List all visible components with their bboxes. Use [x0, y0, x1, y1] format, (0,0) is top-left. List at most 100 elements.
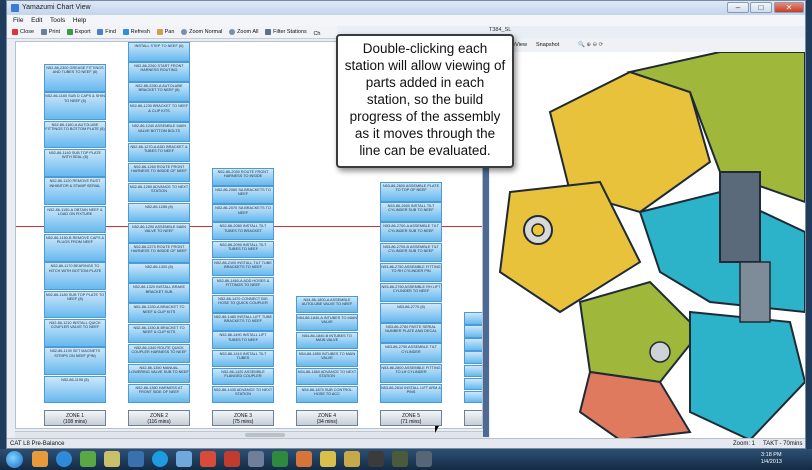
zone-button-partial[interactable]	[464, 410, 482, 426]
taskbar-clock[interactable]: 3:18 PM 1/4/2013	[761, 452, 782, 466]
work-element-tile[interactable]: N53-86-2800 ASSEMBLE FITTING TO LH CYLIN…	[380, 363, 442, 384]
work-element-tile[interactable]: N52-86-1190 SET MAGNETS STRIPS ON NEEF (…	[44, 347, 106, 376]
work-element-tile[interactable]: N53-86-2780 PASTE SERIAL NUMBER PLATE AN…	[380, 323, 442, 343]
taskbar-explorer-icon[interactable]	[104, 451, 120, 467]
taskbar-app6-icon[interactable]	[368, 451, 384, 467]
work-element-tile[interactable]: N53-86-2700-A ASSEMBLE TILT CYLINDER SUB…	[380, 222, 442, 242]
taskbar-ie-icon[interactable]	[56, 451, 72, 467]
work-element-tile[interactable]: N52-86-1285 (8)	[128, 202, 190, 223]
work-element-tile[interactable]: N52-86-1160 SUB D CAPS & SHIN TO NEEF (6…	[44, 92, 106, 121]
work-element-tile[interactable]: N52-86-1330-B BRACKET TO NEEF & CLIP KIT…	[128, 323, 190, 344]
work-element-tile[interactable]: N52-86-1150-A OBTAIN NEEF & LOAD ON FIXT…	[44, 205, 106, 234]
work-element-tile[interactable]: N52-86-2260-A AUTOLUBE BRACKET TO NEEF (…	[128, 82, 190, 102]
snapshot-button[interactable]: Snapshot	[536, 42, 559, 48]
work-element-tile[interactable]: Required	[464, 312, 482, 325]
work-element-tile[interactable]: N52-86-1210 INSTALL QUICK COUPLER VALVE …	[44, 319, 106, 347]
work-element-tile[interactable]: N52-86-1340 ROUTE QUICK COUPLER HARNESS …	[128, 343, 190, 364]
zone-button[interactable]: ZONE 1 (108 mins)	[44, 410, 106, 426]
work-element-tile[interactable]: N52-86-1490 INSTALL LIFT TUBES TO NEEF	[212, 331, 274, 349]
zoom-normal-button[interactable]: Zoom Normal	[181, 26, 222, 38]
work-element-tile[interactable]: N52-86-1140 SUB TOP PLATE WITH SEAL (8)	[44, 149, 106, 177]
work-element-tile[interactable]: N52-86-1280 ADVANCE TO NEXT STATION	[128, 182, 190, 203]
work-element-tile[interactable]: N52-86-2090 INSTALL TILT TUBES TO NEEF	[212, 240, 274, 259]
taskbar-powerpoint-icon[interactable]	[296, 451, 312, 467]
close-button[interactable]: ✕	[774, 2, 804, 13]
zoom-all-button[interactable]: Zoom All	[229, 26, 258, 38]
work-element-tile[interactable]: N52-86-2070 SA BRACKETS TO NEEF	[212, 204, 274, 222]
work-element-tile[interactable]: N53-86-2760 ASSEMBLE RH LIFT CYLINDER TO…	[380, 282, 442, 303]
minimize-button[interactable]: –	[727, 2, 749, 13]
refresh-button[interactable]: Refresh	[122, 26, 150, 38]
work-element-tile[interactable]: N52-86-1300 (8)	[128, 263, 190, 283]
taskbar-app7-icon[interactable]	[392, 451, 408, 467]
work-element-tile[interactable]: N52-86-1360 HARNESS AT FRONT SIDE OF NEE…	[128, 383, 190, 404]
work-element-tile[interactable]: N52-86-1320 INSTALL BRAKE BRACKET SUB	[128, 283, 190, 303]
work-element-tile[interactable]: N52-86-1350 MANUAL LOWERING VALVE SUB TO…	[128, 363, 190, 384]
3d-view-pane[interactable]: TreeView Snapshot 🔍 ⊕ ⊖ ⟳	[490, 38, 805, 440]
taskbar-app-icon[interactable]	[80, 451, 96, 467]
work-element-tile[interactable]: N52-86-2260 START FRONT HARNESS ROUTING	[128, 62, 190, 82]
work-element-tile[interactable]: N52-86-1270-A ADD BRACKET & TUBES TO NEE…	[128, 142, 190, 163]
work-element-tile[interactable]: N52-86-2060 SA BRACKETS TO NEEF	[212, 186, 274, 204]
work-element-tile[interactable]: N52-86-1150-B REMOVE CAPS & PLUGS FROM N…	[44, 234, 106, 262]
zone-button[interactable]: ZONE 3 (75 mins)	[212, 410, 274, 426]
work-element-tile[interactable]: N52-86-2080 INSTALL TILT TUBES TO BRACKE…	[212, 222, 274, 240]
work-element-tile[interactable]: N52-86-1460-A ADD HOSES & FITTINGS TO NE…	[212, 276, 274, 295]
work-element-tile[interactable]: N54-86-1870 SUB CONTROL HOSE TO ACC	[296, 386, 358, 404]
print-button[interactable]: Print	[40, 26, 60, 38]
chart-button[interactable]: Ch	[313, 28, 320, 38]
work-element-tile[interactable]	[464, 390, 482, 404]
menu-edit[interactable]: Edit	[31, 15, 42, 26]
work-element-tile[interactable]: N54-86-1850 INTUBES TO MAIN VALVE	[296, 350, 358, 368]
work-element-tile[interactable]: N52-86-1180 SUB TOP PLATE TO NEEF (8)	[44, 290, 106, 319]
work-element-tile[interactable]: N54-86-1840-A INTUBES TO MAIN VALVE	[296, 314, 358, 332]
horizontal-scrollbar[interactable]	[15, 431, 483, 438]
work-element-tile[interactable]: N52-86-2050 ROUTE FRONT HARNESS TO INSID…	[212, 168, 274, 186]
work-element-tile[interactable]: INSTALL STEP TO NEEF (6)	[128, 42, 190, 62]
work-element-tile[interactable]: N52-86-2100 INSTALL TILT TUBE BRACKETS T…	[212, 258, 274, 277]
work-element-tile[interactable]: N54-86-1840-B INTUBES TO MAIN VALVE	[296, 332, 358, 350]
work-element-tile[interactable]: N52-86-1430 ADVANCE TO NEXT STATION	[212, 385, 274, 404]
filter-stations-button[interactable]: Filter Stations	[265, 26, 307, 38]
work-element-tile[interactable]: N54-86-1860 ADVANCE TO NEXT STATION	[296, 368, 358, 386]
work-element-tile[interactable]: N54-86-1800-A ASSEMBLE AUTOLUBE VALVE TO…	[296, 296, 358, 314]
zone-button[interactable]: ZONE 2 (116 mins)	[128, 410, 190, 426]
work-element-tile[interactable]: N53-86-2650 INSTALL TILT CYLINDER SUB TO…	[380, 202, 442, 222]
work-element-tile[interactable]: N52-86-1470 CONNECT BIG HOSE TO QUICK CO…	[212, 295, 274, 313]
menu-help[interactable]: Help	[73, 15, 86, 26]
menu-tools[interactable]: Tools	[50, 15, 65, 26]
work-element-tile[interactable]	[464, 351, 482, 364]
work-element-tile[interactable]: N53-86-2750 ASSEMBLE FITTING TO RH CYLIN…	[380, 262, 442, 283]
work-element-tile[interactable]: N53-86-2700-B ASSEMBLE TILT CYLINDER SUB…	[380, 242, 442, 263]
work-element-tile[interactable]	[464, 377, 482, 391]
work-element-tile[interactable]	[464, 364, 482, 378]
work-element-tile[interactable]: N53-86-2790 ASSEMBLE TILT CYLINDER	[380, 343, 442, 364]
work-element-tile[interactable]: N52-86-2300 GREASE FITTINGS AND TUBES TO…	[44, 64, 106, 92]
taskbar-pdf-icon[interactable]	[224, 451, 240, 467]
export-button[interactable]: Export	[66, 26, 91, 38]
work-element-tile[interactable]: N52-86-1240 ASSEMBLE MAIN VALVE BOTTOM B…	[128, 122, 190, 142]
zone-button[interactable]: ZONE 5 (71 mins)	[380, 410, 442, 426]
work-element-tile[interactable]: N52-86-1290 ASSEMBLE MAIN VALVE TO NEEF	[128, 223, 190, 243]
maximize-button[interactable]: □	[750, 2, 772, 13]
pan-button[interactable]: Pan	[156, 26, 174, 38]
taskbar-folder-icon[interactable]	[32, 451, 48, 467]
work-element-tile[interactable]: N52-86-1410 INSTALL TILT TUBES	[212, 349, 274, 368]
work-element-tile[interactable]: N53-86-2600 ASSEMBLE PLATE TO TOP OF NEE…	[380, 182, 442, 202]
work-element-tile[interactable]: N52-86-1420 ASSEMBLE FLANGED COUPLER	[212, 367, 274, 386]
view-zoom-icons[interactable]: 🔍 ⊕ ⊖ ⟳	[578, 42, 603, 48]
taskbar-app2-icon[interactable]	[176, 451, 192, 467]
work-element-tile[interactable]: N52-86-1330-A BRACKET TO NEEF & CLIP KIT…	[128, 303, 190, 323]
work-element-tile[interactable]	[464, 338, 482, 351]
taskbar-skype-icon[interactable]	[152, 451, 168, 467]
close-tool-button[interactable]: Close	[12, 26, 34, 38]
work-element-tile[interactable]: N52-86-2270 ROUTE FRONT HARNESS TO INSID…	[128, 243, 190, 263]
zone-button[interactable]: ZONE 4 (34 mins)	[296, 410, 358, 426]
work-element-tile[interactable]: N52-86-1120 REMOVE RUST INHIBITOR & STAM…	[44, 177, 106, 206]
work-element-tile[interactable]: N52-86-1160-A AUTOLUBE FITTINGS TO BOTTO…	[44, 120, 106, 149]
taskbar-acrobat-icon[interactable]	[200, 451, 216, 467]
work-element-tile[interactable]: N53-86-2810 INSTALL LIFT ARM & PINS	[380, 383, 442, 404]
taskbar-app8-icon[interactable]	[416, 451, 432, 467]
taskbar-app4-icon[interactable]	[320, 451, 336, 467]
taskbar-excel-icon[interactable]	[272, 451, 288, 467]
